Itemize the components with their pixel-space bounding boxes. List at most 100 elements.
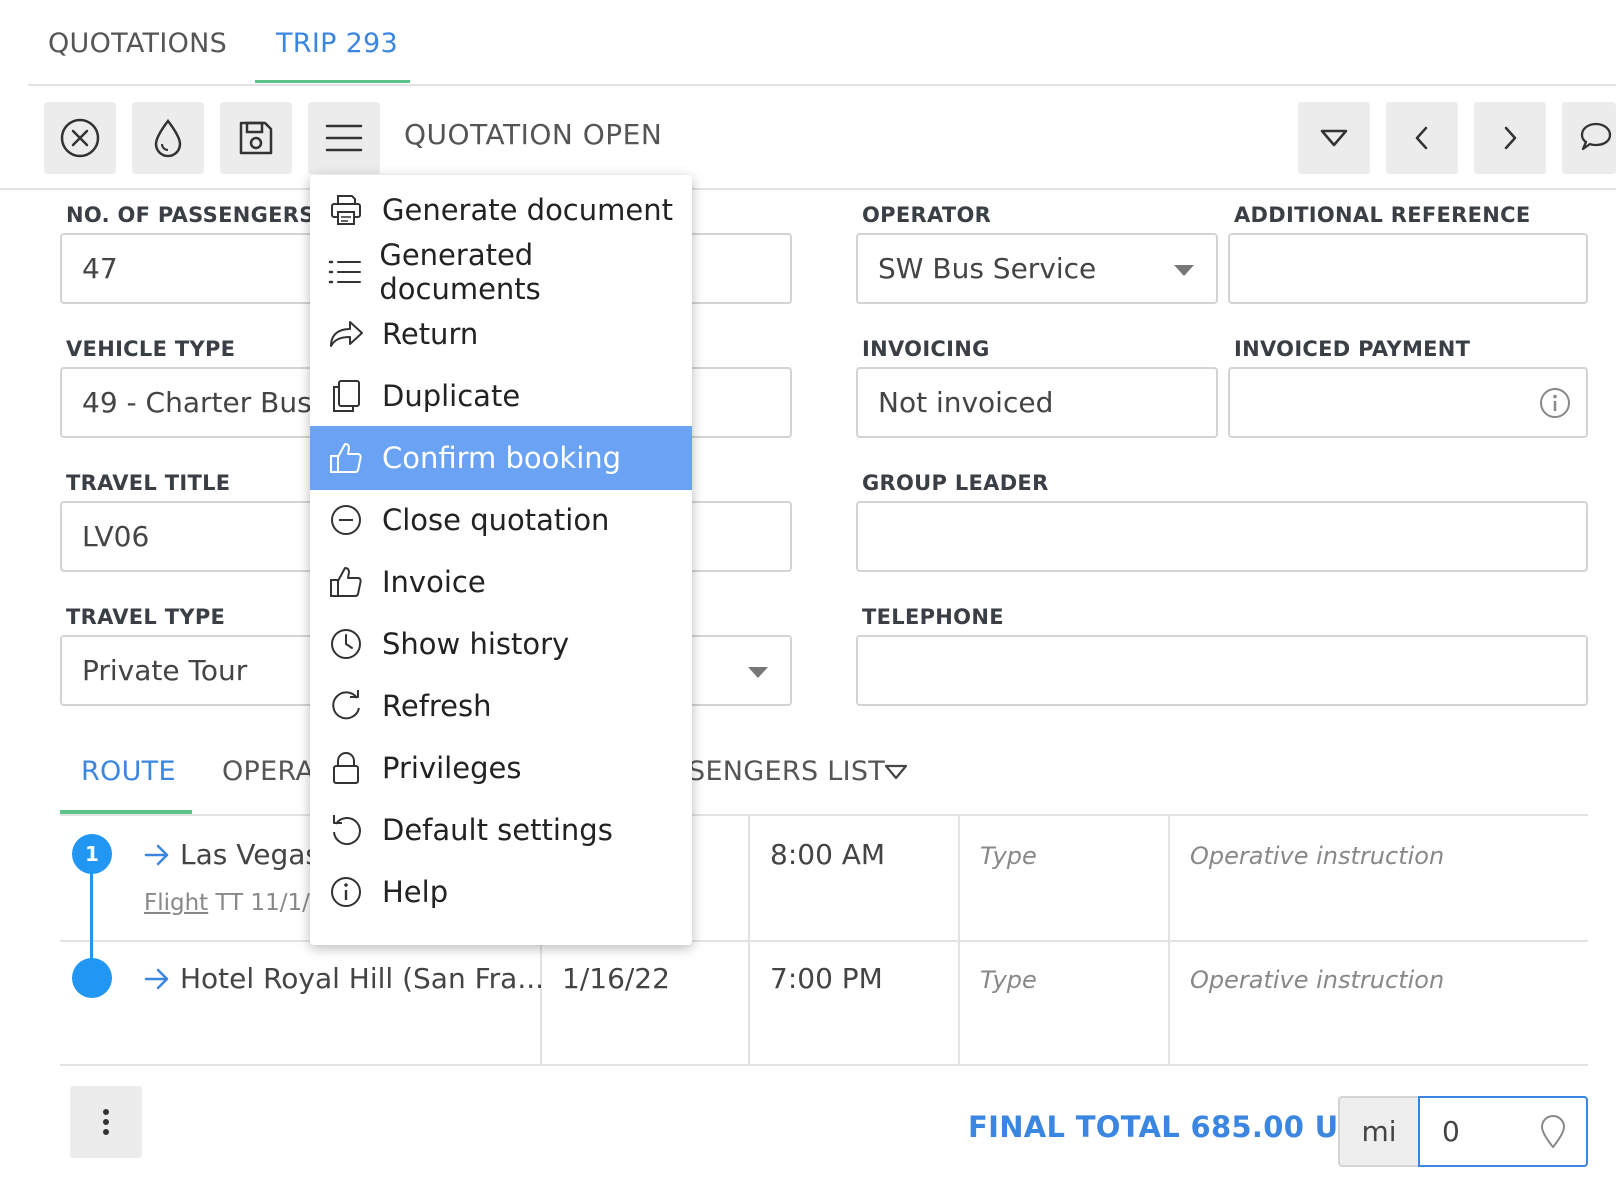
menu-item-label: Show history bbox=[382, 627, 570, 661]
menu-item-label: Default settings bbox=[382, 813, 613, 847]
next-button[interactable] bbox=[1474, 102, 1546, 174]
menu-item-label: Confirm booking bbox=[382, 441, 622, 475]
route-row-divider bbox=[60, 940, 1588, 942]
tab-route[interactable]: ROUTE bbox=[81, 756, 176, 787]
invoicing-field: Not invoiced bbox=[856, 367, 1218, 438]
refresh-icon bbox=[332, 690, 360, 720]
column-divider bbox=[958, 816, 960, 1064]
save-button[interactable] bbox=[220, 102, 292, 174]
menu-item-label: Generated documents bbox=[379, 238, 541, 306]
toolbar-divider bbox=[0, 188, 1616, 190]
additional-reference-field[interactable] bbox=[1228, 233, 1588, 304]
save-icon bbox=[239, 121, 273, 155]
travel-type-caret-icon[interactable] bbox=[748, 667, 768, 678]
menu-item-confirm-booking[interactable]: Confirm booking bbox=[310, 426, 692, 490]
vertical-dots-icon bbox=[103, 1109, 109, 1135]
telephone-field[interactable] bbox=[856, 635, 1588, 706]
info-icon[interactable] bbox=[1538, 386, 1572, 420]
route-table-bottom bbox=[60, 1064, 1588, 1066]
invoiced-payment-field bbox=[1228, 367, 1588, 438]
tabs-divider bbox=[28, 84, 1616, 86]
route-type-field[interactable]: Type bbox=[980, 966, 1037, 994]
tab-operators[interactable]: OPERA bbox=[222, 756, 314, 787]
menu-item-show-history[interactable]: Show history bbox=[310, 612, 692, 676]
close-circle-icon bbox=[60, 118, 100, 158]
menu-item-default-settings[interactable]: Default settings bbox=[310, 798, 692, 862]
chevron-left-icon bbox=[1415, 126, 1428, 150]
route-stop-number: 1 bbox=[72, 834, 112, 874]
route-stop-date[interactable]: 1/16/22 bbox=[562, 962, 670, 995]
clock-icon bbox=[331, 629, 361, 659]
route-stop-dot bbox=[72, 958, 112, 998]
chevron-right-icon bbox=[1504, 126, 1517, 150]
invoiced-payment-label: INVOICED PAYMENT bbox=[1234, 337, 1471, 361]
vehicle-type-label: VEHICLE TYPE bbox=[66, 337, 236, 361]
menu-item-privileges[interactable]: Privileges bbox=[310, 736, 692, 800]
column-divider bbox=[748, 816, 750, 1064]
hamburger-icon bbox=[325, 124, 363, 152]
travel-type-label: TRAVEL TYPE bbox=[66, 605, 226, 629]
arrow-right-icon bbox=[144, 968, 169, 990]
route-stop-time[interactable]: 8:00 AM bbox=[770, 838, 885, 871]
final-total: FINAL TOTAL 685.00 USD bbox=[968, 1110, 1384, 1144]
color-button[interactable] bbox=[132, 102, 204, 174]
more-options-button[interactable] bbox=[70, 1086, 142, 1158]
menu-item-return[interactable]: Return bbox=[310, 302, 692, 366]
route-stop-place[interactable]: Las Vegas bbox=[180, 838, 320, 871]
tab-trip[interactable]: TRIP 293 bbox=[276, 28, 398, 59]
flight-link[interactable]: Flight bbox=[144, 890, 208, 916]
drop-icon bbox=[154, 118, 182, 158]
menu-item-label: Duplicate bbox=[382, 379, 521, 413]
menu-item-label: Close quotation bbox=[382, 503, 610, 537]
arrow-right-icon bbox=[144, 844, 169, 866]
list-icon bbox=[328, 260, 361, 284]
menu-item-label: Return bbox=[382, 317, 479, 351]
active-tab-indicator bbox=[255, 80, 410, 83]
previous-button[interactable] bbox=[1386, 102, 1458, 174]
actions-menu: Generate document Generated documents Re… bbox=[310, 175, 692, 945]
tab-quotations[interactable]: QUOTATIONS bbox=[48, 28, 227, 59]
collapse-button[interactable] bbox=[1298, 102, 1370, 174]
flight-info: TT 11/1/2 bbox=[215, 890, 325, 916]
map-pin-icon[interactable] bbox=[1538, 1114, 1568, 1150]
route-stop-place[interactable]: Hotel Royal Hill (San Fra... bbox=[180, 962, 544, 995]
subtabs-divider bbox=[60, 814, 1588, 816]
menu-button[interactable] bbox=[308, 102, 380, 174]
copy-icon bbox=[333, 380, 360, 412]
printer-icon bbox=[331, 195, 361, 225]
comments-button[interactable] bbox=[1562, 102, 1616, 174]
menu-item-close-quotation[interactable]: Close quotation bbox=[310, 488, 692, 552]
operator-label: OPERATOR bbox=[862, 203, 992, 227]
menu-item-generate-document[interactable]: Generate document bbox=[310, 178, 692, 242]
menu-item-label: Generate document bbox=[382, 193, 673, 227]
triangle-down-icon bbox=[1320, 129, 1348, 147]
route-instruction-field[interactable]: Operative instruction bbox=[1190, 842, 1444, 870]
additional-reference-label: ADDITIONAL REFERENCE bbox=[1234, 203, 1531, 227]
thumbs-up-icon bbox=[330, 567, 362, 597]
column-divider bbox=[1168, 816, 1170, 1064]
group-leader-field[interactable] bbox=[856, 501, 1588, 572]
menu-item-help[interactable]: Help bbox=[310, 860, 692, 924]
invoicing-label: INVOICING bbox=[862, 337, 990, 361]
menu-item-generated-documents[interactable]: Generated documents bbox=[310, 238, 692, 306]
minus-circle-icon bbox=[331, 505, 361, 535]
route-stop-time[interactable]: 7:00 PM bbox=[770, 962, 883, 995]
operator-select[interactable]: SW Bus Service bbox=[856, 233, 1218, 304]
share-arrow-icon bbox=[330, 321, 363, 347]
quotation-status: QUOTATION OPEN bbox=[404, 118, 663, 151]
route-instruction-field[interactable]: Operative instruction bbox=[1190, 966, 1444, 994]
operator-caret-icon[interactable] bbox=[1174, 265, 1194, 276]
lock-icon bbox=[333, 752, 359, 784]
menu-item-refresh[interactable]: Refresh bbox=[310, 674, 692, 738]
passengers-label: NO. OF PASSENGERS bbox=[66, 203, 315, 227]
menu-item-duplicate[interactable]: Duplicate bbox=[310, 364, 692, 428]
info-icon bbox=[331, 877, 361, 907]
tab-passengers-list[interactable]: SENGERS LIST bbox=[688, 756, 885, 787]
cancel-button[interactable] bbox=[44, 102, 116, 174]
triangle-down-icon[interactable] bbox=[884, 763, 908, 781]
distance-unit: mi bbox=[1338, 1096, 1420, 1167]
undo-icon bbox=[333, 815, 361, 845]
group-leader-label: GROUP LEADER bbox=[862, 471, 1049, 495]
menu-item-invoice[interactable]: Invoice bbox=[310, 550, 692, 614]
route-type-field[interactable]: Type bbox=[980, 842, 1037, 870]
